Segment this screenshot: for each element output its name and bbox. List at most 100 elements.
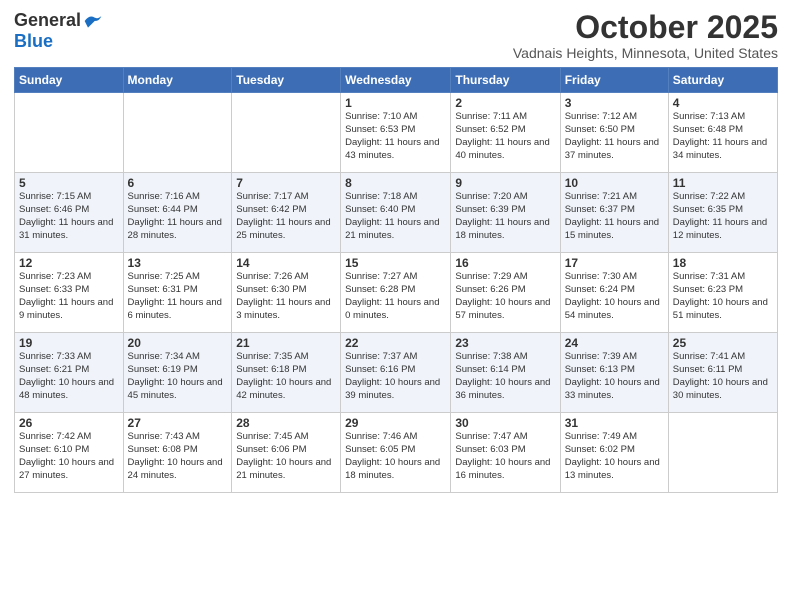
day-info: Sunrise: 7:46 AM Sunset: 6:05 PM Dayligh… [345, 431, 446, 482]
day-number: 30 [455, 416, 555, 430]
cell-4-4: 30Sunrise: 7:47 AM Sunset: 6:03 PM Dayli… [451, 413, 560, 493]
day-info: Sunrise: 7:33 AM Sunset: 6:21 PM Dayligh… [19, 351, 119, 402]
day-info: Sunrise: 7:39 AM Sunset: 6:13 PM Dayligh… [565, 351, 664, 402]
day-number: 8 [345, 176, 446, 190]
cell-2-4: 16Sunrise: 7:29 AM Sunset: 6:26 PM Dayli… [451, 253, 560, 333]
col-sunday: Sunday [15, 68, 124, 93]
logo-bird-icon [83, 12, 103, 30]
week-row-0: 1Sunrise: 7:10 AM Sunset: 6:53 PM Daylig… [15, 93, 778, 173]
cell-1-2: 7Sunrise: 7:17 AM Sunset: 6:42 PM Daylig… [232, 173, 341, 253]
cell-0-3: 1Sunrise: 7:10 AM Sunset: 6:53 PM Daylig… [341, 93, 451, 173]
cell-3-6: 25Sunrise: 7:41 AM Sunset: 6:11 PM Dayli… [668, 333, 777, 413]
col-tuesday: Tuesday [232, 68, 341, 93]
day-number: 6 [128, 176, 228, 190]
col-saturday: Saturday [668, 68, 777, 93]
day-number: 14 [236, 256, 336, 270]
day-info: Sunrise: 7:17 AM Sunset: 6:42 PM Dayligh… [236, 191, 336, 242]
day-info: Sunrise: 7:11 AM Sunset: 6:52 PM Dayligh… [455, 111, 555, 162]
day-info: Sunrise: 7:20 AM Sunset: 6:39 PM Dayligh… [455, 191, 555, 242]
logo-blue-text: Blue [14, 31, 53, 51]
page: General Blue October 2025 Vadnais Height… [0, 0, 792, 612]
day-number: 13 [128, 256, 228, 270]
day-number: 20 [128, 336, 228, 350]
col-wednesday: Wednesday [341, 68, 451, 93]
cell-1-3: 8Sunrise: 7:18 AM Sunset: 6:40 PM Daylig… [341, 173, 451, 253]
week-row-1: 5Sunrise: 7:15 AM Sunset: 6:46 PM Daylig… [15, 173, 778, 253]
cell-1-1: 6Sunrise: 7:16 AM Sunset: 6:44 PM Daylig… [123, 173, 232, 253]
cell-4-6 [668, 413, 777, 493]
cell-1-4: 9Sunrise: 7:20 AM Sunset: 6:39 PM Daylig… [451, 173, 560, 253]
day-number: 25 [673, 336, 773, 350]
day-number: 23 [455, 336, 555, 350]
day-info: Sunrise: 7:49 AM Sunset: 6:02 PM Dayligh… [565, 431, 664, 482]
cell-3-1: 20Sunrise: 7:34 AM Sunset: 6:19 PM Dayli… [123, 333, 232, 413]
day-info: Sunrise: 7:45 AM Sunset: 6:06 PM Dayligh… [236, 431, 336, 482]
day-info: Sunrise: 7:38 AM Sunset: 6:14 PM Dayligh… [455, 351, 555, 402]
col-friday: Friday [560, 68, 668, 93]
cell-2-2: 14Sunrise: 7:26 AM Sunset: 6:30 PM Dayli… [232, 253, 341, 333]
day-info: Sunrise: 7:26 AM Sunset: 6:30 PM Dayligh… [236, 271, 336, 322]
day-number: 21 [236, 336, 336, 350]
header-row: Sunday Monday Tuesday Wednesday Thursday… [15, 68, 778, 93]
cell-4-5: 31Sunrise: 7:49 AM Sunset: 6:02 PM Dayli… [560, 413, 668, 493]
day-number: 17 [565, 256, 664, 270]
cell-0-4: 2Sunrise: 7:11 AM Sunset: 6:52 PM Daylig… [451, 93, 560, 173]
day-number: 4 [673, 96, 773, 110]
day-info: Sunrise: 7:29 AM Sunset: 6:26 PM Dayligh… [455, 271, 555, 322]
day-info: Sunrise: 7:13 AM Sunset: 6:48 PM Dayligh… [673, 111, 773, 162]
day-info: Sunrise: 7:34 AM Sunset: 6:19 PM Dayligh… [128, 351, 228, 402]
day-number: 28 [236, 416, 336, 430]
cell-3-2: 21Sunrise: 7:35 AM Sunset: 6:18 PM Dayli… [232, 333, 341, 413]
day-number: 10 [565, 176, 664, 190]
day-info: Sunrise: 7:43 AM Sunset: 6:08 PM Dayligh… [128, 431, 228, 482]
day-info: Sunrise: 7:30 AM Sunset: 6:24 PM Dayligh… [565, 271, 664, 322]
cell-3-5: 24Sunrise: 7:39 AM Sunset: 6:13 PM Dayli… [560, 333, 668, 413]
day-number: 3 [565, 96, 664, 110]
day-number: 12 [19, 256, 119, 270]
cell-4-2: 28Sunrise: 7:45 AM Sunset: 6:06 PM Dayli… [232, 413, 341, 493]
logo: General Blue [14, 10, 103, 52]
logo-general-text: General [14, 10, 81, 31]
cell-3-0: 19Sunrise: 7:33 AM Sunset: 6:21 PM Dayli… [15, 333, 124, 413]
cell-1-0: 5Sunrise: 7:15 AM Sunset: 6:46 PM Daylig… [15, 173, 124, 253]
cell-2-3: 15Sunrise: 7:27 AM Sunset: 6:28 PM Dayli… [341, 253, 451, 333]
cell-2-6: 18Sunrise: 7:31 AM Sunset: 6:23 PM Dayli… [668, 253, 777, 333]
day-number: 24 [565, 336, 664, 350]
day-info: Sunrise: 7:15 AM Sunset: 6:46 PM Dayligh… [19, 191, 119, 242]
day-number: 31 [565, 416, 664, 430]
day-number: 22 [345, 336, 446, 350]
day-info: Sunrise: 7:23 AM Sunset: 6:33 PM Dayligh… [19, 271, 119, 322]
week-row-2: 12Sunrise: 7:23 AM Sunset: 6:33 PM Dayli… [15, 253, 778, 333]
col-monday: Monday [123, 68, 232, 93]
day-number: 16 [455, 256, 555, 270]
cell-2-1: 13Sunrise: 7:25 AM Sunset: 6:31 PM Dayli… [123, 253, 232, 333]
day-number: 1 [345, 96, 446, 110]
day-number: 26 [19, 416, 119, 430]
day-info: Sunrise: 7:16 AM Sunset: 6:44 PM Dayligh… [128, 191, 228, 242]
month-title: October 2025 [513, 10, 778, 45]
day-info: Sunrise: 7:25 AM Sunset: 6:31 PM Dayligh… [128, 271, 228, 322]
day-number: 18 [673, 256, 773, 270]
cell-4-1: 27Sunrise: 7:43 AM Sunset: 6:08 PM Dayli… [123, 413, 232, 493]
cell-2-0: 12Sunrise: 7:23 AM Sunset: 6:33 PM Dayli… [15, 253, 124, 333]
day-info: Sunrise: 7:41 AM Sunset: 6:11 PM Dayligh… [673, 351, 773, 402]
day-info: Sunrise: 7:21 AM Sunset: 6:37 PM Dayligh… [565, 191, 664, 242]
day-info: Sunrise: 7:22 AM Sunset: 6:35 PM Dayligh… [673, 191, 773, 242]
header: General Blue October 2025 Vadnais Height… [14, 10, 778, 61]
day-info: Sunrise: 7:18 AM Sunset: 6:40 PM Dayligh… [345, 191, 446, 242]
calendar-table: Sunday Monday Tuesday Wednesday Thursday… [14, 67, 778, 493]
day-number: 9 [455, 176, 555, 190]
day-info: Sunrise: 7:42 AM Sunset: 6:10 PM Dayligh… [19, 431, 119, 482]
week-row-4: 26Sunrise: 7:42 AM Sunset: 6:10 PM Dayli… [15, 413, 778, 493]
cell-3-4: 23Sunrise: 7:38 AM Sunset: 6:14 PM Dayli… [451, 333, 560, 413]
week-row-3: 19Sunrise: 7:33 AM Sunset: 6:21 PM Dayli… [15, 333, 778, 413]
day-info: Sunrise: 7:31 AM Sunset: 6:23 PM Dayligh… [673, 271, 773, 322]
day-number: 19 [19, 336, 119, 350]
day-number: 15 [345, 256, 446, 270]
cell-0-1 [123, 93, 232, 173]
day-number: 29 [345, 416, 446, 430]
cell-4-3: 29Sunrise: 7:46 AM Sunset: 6:05 PM Dayli… [341, 413, 451, 493]
cell-0-5: 3Sunrise: 7:12 AM Sunset: 6:50 PM Daylig… [560, 93, 668, 173]
day-info: Sunrise: 7:12 AM Sunset: 6:50 PM Dayligh… [565, 111, 664, 162]
day-number: 11 [673, 176, 773, 190]
